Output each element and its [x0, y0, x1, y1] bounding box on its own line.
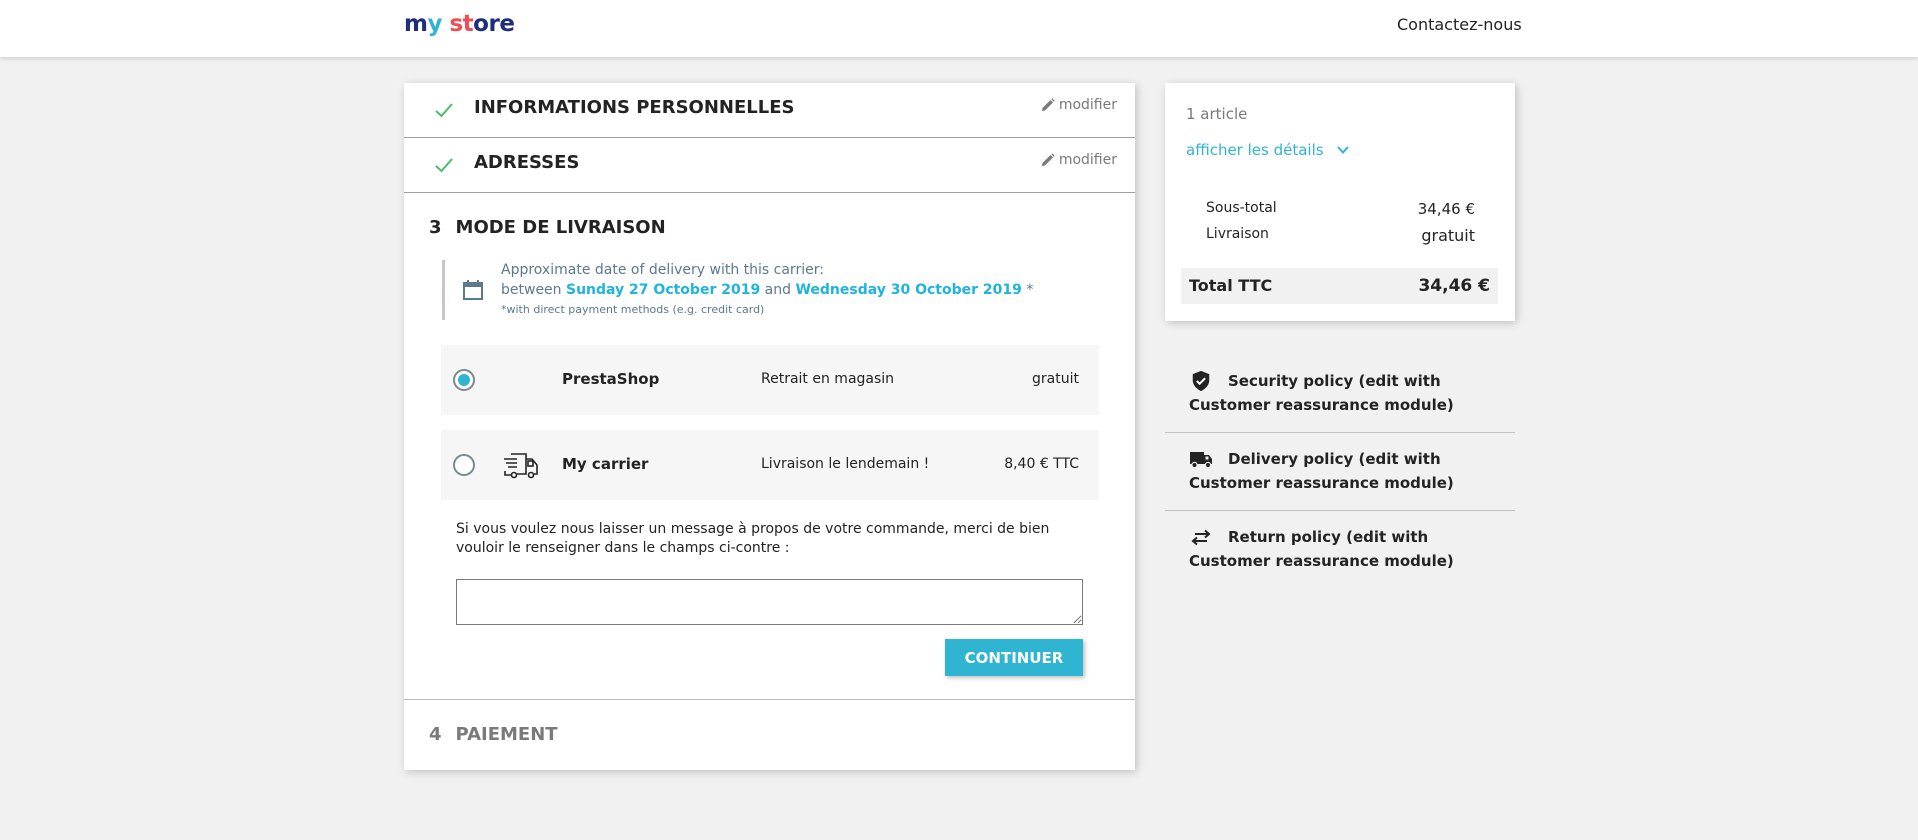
show-details-toggle[interactable]: afficher les détails: [1186, 141, 1350, 159]
carrier-radio[interactable]: [453, 454, 475, 476]
chevron-down-icon: [1336, 146, 1349, 154]
carrier-option-my-carrier[interactable]: My carrier Livraison le lendemain ! 8,40…: [441, 430, 1099, 500]
reassurance-block: Security policy (edit with Customer reas…: [1165, 355, 1515, 589]
total-row: Total TTC 34,46 €: [1181, 268, 1498, 304]
between-text: between: [501, 282, 562, 298]
reassurance-item: Security policy (edit with Customer reas…: [1165, 355, 1515, 433]
subtotal-value: 34,46 €: [1417, 200, 1475, 218]
carrier-name: PrestaShop: [562, 370, 660, 388]
step-number: 3: [429, 217, 442, 238]
carrier-option-prestashop[interactable]: PrestaShop Retrait en magasin gratuit: [441, 345, 1099, 415]
date-to: Wednesday 30 October 2019: [795, 282, 1022, 298]
logo-part: ore: [473, 11, 515, 37]
reassurance-item: Delivery policy (edit with Customer reas…: [1165, 433, 1515, 511]
check-icon: [435, 158, 453, 173]
order-message-label: Si vous voulez nous laisser un message à…: [456, 521, 1050, 556]
step-number: 4: [429, 724, 442, 745]
pencil-icon: [1041, 98, 1055, 111]
step-heading: 4 PAIEMENT: [429, 724, 558, 745]
carrier-name: My carrier: [562, 455, 649, 473]
edit-label: modifier: [1058, 97, 1117, 113]
contact-link[interactable]: Contactez-nous: [1397, 15, 1522, 34]
step-title: MODE DE LIVRAISON: [455, 217, 666, 238]
check-icon: [435, 103, 453, 118]
delivery-estimate: Approximate date of delivery with this c…: [442, 260, 1033, 320]
step-heading: 3 MODE DE LIVRAISON: [429, 217, 666, 238]
calendar-icon: [463, 280, 483, 300]
subtotal-row: Sous-total 34,46 €: [1206, 200, 1475, 218]
carrier-delay: Retrait en magasin: [761, 371, 895, 387]
subtotal-label: Sous-total: [1206, 200, 1277, 216]
step-title: Informations personnelles: [474, 97, 795, 118]
step-personal-info[interactable]: Informations personnelles modifier: [404, 83, 1135, 138]
edit-addresses-button[interactable]: modifier: [1041, 152, 1117, 168]
pencil-icon: [1041, 153, 1055, 166]
step-payment: 4 PAIEMENT: [404, 700, 1135, 770]
estimate-note: *with direct payment methods (e.g. credi…: [501, 303, 765, 316]
logo-part: st: [441, 11, 474, 37]
logo-part: y: [427, 11, 442, 37]
checkout-steps: Informations personnelles modifier Adres…: [404, 83, 1135, 770]
step-title: Adresses: [474, 152, 580, 173]
logo-part: m: [404, 11, 428, 37]
show-details-label: afficher les détails: [1186, 141, 1324, 159]
store-logo[interactable]: my store: [404, 11, 515, 37]
reassurance-text: Delivery policy (edit with Customer reas…: [1189, 450, 1454, 492]
total-label: Total TTC: [1189, 276, 1273, 295]
estimate-intro: Approximate date of delivery with this c…: [501, 262, 824, 278]
carrier-price: gratuit: [1032, 371, 1079, 387]
carrier-delay: Livraison le lendemain !: [761, 456, 930, 472]
edit-label: modifier: [1058, 152, 1117, 168]
shipping-row: Livraison gratuit: [1206, 226, 1475, 245]
and-text: and: [764, 282, 791, 298]
step-title: PAIEMENT: [455, 724, 558, 745]
total-value: 34,46 €: [1418, 276, 1490, 296]
step-addresses[interactable]: Adresses modifier: [404, 138, 1135, 193]
truck-icon: [504, 453, 538, 479]
order-message-input[interactable]: [456, 579, 1083, 625]
carrier-radio[interactable]: [453, 369, 475, 391]
estimate-dates: between Sunday 27 October 2019 and Wedne…: [501, 282, 1033, 298]
continue-button[interactable]: Continuer: [945, 639, 1083, 676]
date-from: Sunday 27 October 2019: [566, 282, 761, 298]
reassurance-item: Return policy (edit with Customer reassu…: [1165, 511, 1515, 589]
site-header: my store Contactez-nous: [0, 0, 1918, 57]
reassurance-text: Security policy (edit with Customer reas…: [1189, 372, 1454, 414]
cart-summary: 1 article afficher les détails Sous-tota…: [1165, 83, 1515, 321]
edit-personal-info-button[interactable]: modifier: [1041, 97, 1117, 113]
cart-item-count: 1 article: [1186, 105, 1248, 123]
reassurance-text: Return policy (edit with Customer reassu…: [1189, 528, 1454, 570]
asterisk: *: [1026, 282, 1034, 298]
step-delivery: 3 MODE DE LIVRAISON Approximate date of d…: [404, 193, 1135, 700]
shipping-label: Livraison: [1206, 226, 1269, 242]
shipping-value: gratuit: [1421, 226, 1475, 245]
carrier-price: 8,40 € TTC: [1004, 456, 1079, 472]
